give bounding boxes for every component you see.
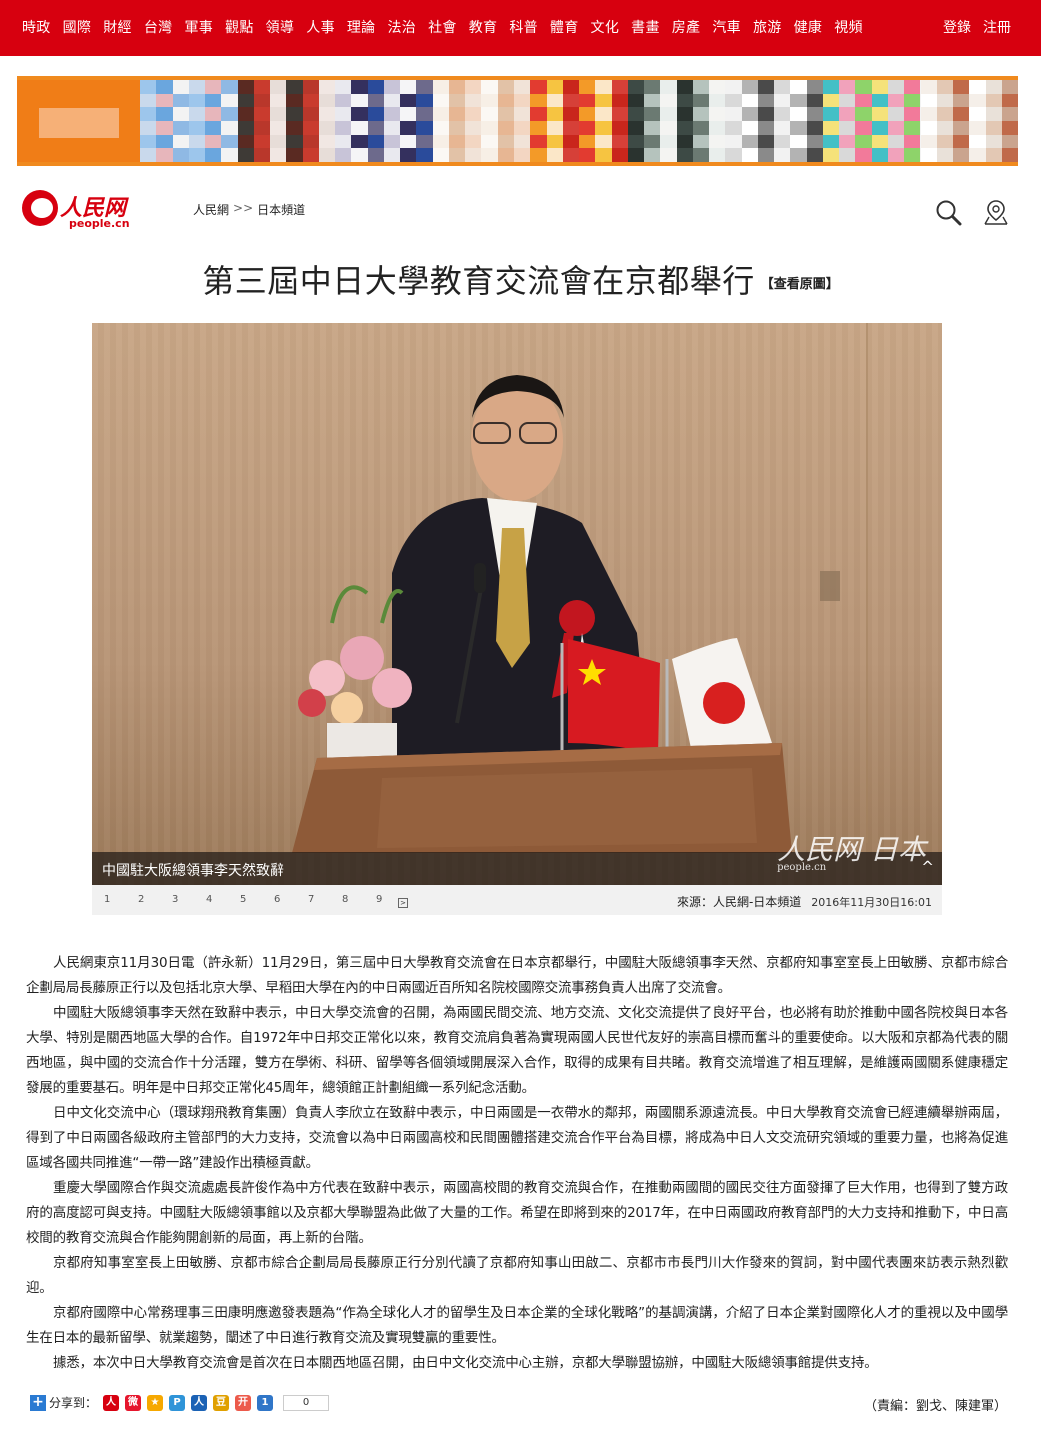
nav-item[interactable]: 軍事 (184, 17, 213, 37)
tencent-weibo-share-icon[interactable]: P (169, 1394, 186, 1411)
plus-icon[interactable]: + (30, 1394, 46, 1411)
people-weibo-share-icon[interactable]: 人 (103, 1394, 120, 1411)
article-photo[interactable]: 中國駐大阪總領事李天然致辭 人民网 日本 people.cn ^ (92, 323, 942, 885)
nav-item[interactable]: 旅游 (753, 17, 782, 37)
qzone-share-icon[interactable]: ★ (147, 1394, 164, 1411)
view-original-link[interactable]: 【查看原圖】 (761, 277, 839, 292)
page-number[interactable]: 7 (308, 894, 342, 905)
banner-tile[interactable] (140, 80, 238, 162)
article-title: 第三屆中日大學教育交流會在京都舉行 (202, 262, 755, 300)
page-number[interactable]: 8 (342, 894, 376, 905)
nav-item[interactable]: 視頻 (834, 17, 863, 37)
nav-item[interactable]: 體育 (550, 17, 579, 37)
banner-tile[interactable] (237, 80, 336, 162)
page-number[interactable]: 1 (104, 894, 138, 905)
more-share-icon[interactable]: 1 (257, 1394, 274, 1411)
nav-item[interactable]: 時政 (22, 17, 51, 37)
article-paragraph: 人民網東京11月30日電（許永新）11月29日，第三屆中日大學教育交流會在日本京… (26, 955, 1008, 996)
nav-item[interactable]: 台灣 (144, 17, 173, 37)
editor-credit: （責編：劉戈、陳建軍） (863, 1399, 1007, 1414)
nav-item[interactable]: 理論 (347, 17, 376, 37)
banner-tile[interactable] (920, 80, 1018, 162)
location-pin-icon[interactable] (982, 198, 1010, 226)
ad-banner[interactable] (17, 76, 1018, 166)
banner-tile[interactable] (627, 80, 726, 162)
photo-caption: 中國駐大阪總領事李天然致辭 (102, 863, 284, 879)
page-numbers: 123456789 (104, 894, 410, 905)
logo-domain: people.cn (69, 217, 130, 230)
article-paragraph: 中國駐大阪總領事李天然在致辭中表示，中日大學交流會的召開，為兩國民間交流、地方交… (26, 1005, 1008, 1096)
logo-mark (22, 190, 58, 226)
banner-tile[interactable] (335, 80, 433, 162)
nav-item[interactable]: 書畫 (631, 17, 660, 37)
site-logo[interactable]: 人民网 people.cn (22, 190, 134, 232)
nav-item[interactable]: 文化 (591, 17, 620, 37)
renren-share-icon[interactable]: 人 (191, 1394, 208, 1411)
nav-item[interactable]: 領導 (266, 17, 295, 37)
share-label: 分享到： (49, 1396, 98, 1410)
article-source: 來源：人民網-日本頻道 2016年11月30日16:01 (677, 893, 932, 910)
photo-scene (292, 323, 868, 853)
nav-item[interactable]: 社會 (428, 17, 457, 37)
banner-tile[interactable] (530, 80, 628, 162)
login-link[interactable]: 登錄 (943, 17, 971, 37)
breadcrumb-separator: >> (233, 201, 254, 215)
nav-item[interactable]: 科普 (509, 17, 538, 37)
article-paragraph: 日中文化交流中心（環球翔飛教育集團）負責人李欣立在致辭中表示，中日兩國是一衣帶水… (26, 1105, 1008, 1171)
auth-links: 登錄 注冊 (931, 17, 1011, 37)
channel-links: 時政 國際 財經 台灣 軍事 觀點 領導 人事 理論 法治 社會 教育 科普 體育 文化 書畫 房產 汽車 旅游 健康… (22, 17, 875, 37)
sina-weibo-share-icon[interactable]: 微 (125, 1394, 142, 1411)
nav-item[interactable]: 國際 (63, 17, 92, 37)
register-link[interactable]: 注冊 (983, 17, 1011, 37)
page-number[interactable]: 6 (274, 894, 308, 905)
nav-item[interactable]: 汽車 (712, 17, 741, 37)
article-body: 人民網東京11月30日電（許永新）11月29日，第三屆中日大學教育交流會在日本京… (26, 951, 1008, 1376)
nav-item[interactable]: 法治 (387, 17, 416, 37)
photo-caption-bar: 中國駐大阪總領事李天然致辭 人民网 日本 people.cn ^ (92, 833, 942, 885)
nav-item[interactable]: 健康 (794, 17, 823, 37)
banner-tile[interactable] (17, 80, 140, 162)
chevron-up-icon[interactable]: ^ (921, 858, 934, 876)
kaixin-share-icon[interactable]: 开 (235, 1394, 252, 1411)
douban-share-icon[interactable]: 豆 (213, 1394, 230, 1411)
banner-tile[interactable] (822, 80, 921, 162)
article-paragraph: 京都府知事室室長上田敏勝、京都市綜合企劃局局長藤原正行分別代讀了京都府知事山田啟… (26, 1255, 1008, 1296)
article-paragraph: 據悉，本次中日大學教育交流會是首次在日本關西地區召開，由日中文化交流中心主辦，京… (53, 1355, 878, 1371)
article-title-row: 第三屆中日大學教育交流會在京都舉行 【查看原圖】 (0, 256, 1041, 302)
article-paragraph: 京都府國際中心常務理事三田康明應邀發表題為“作為全球化人才的留學生及日本企業的全… (26, 1305, 1008, 1346)
article-paragraph: 重慶大學國際合作與交流處處長許俊作為中方代表在致辭中表示，兩國高校間的教育交流與… (26, 1180, 1008, 1246)
photo-pager: 123456789 > 來源：人民網-日本頻道 2016年11月30日16:01 (92, 885, 942, 915)
top-nav-bar: 時政 國際 財經 台灣 軍事 觀點 領導 人事 理論 法治 社會 教育 科普 體育 文化 書畫 房產 汽車 旅游 健康… (0, 0, 1041, 56)
source-label[interactable]: 來源：人民網-日本頻道 (677, 895, 801, 909)
nav-item[interactable]: 人事 (306, 17, 335, 37)
share-bar: + 分享到： 人 微 ★ P 人 豆 开 1 0 (30, 1394, 330, 1411)
banner-tile[interactable] (725, 80, 823, 162)
page-number[interactable]: 5 (240, 894, 274, 905)
nav-item[interactable]: 房產 (672, 17, 701, 37)
share-count: 0 (283, 1394, 330, 1411)
photo-watermark: 人民网 日本 people.cn (777, 828, 926, 873)
page-number[interactable]: 4 (206, 894, 240, 905)
breadcrumb-channel[interactable]: 日本頻道 (257, 201, 305, 218)
page-number[interactable]: 3 (172, 894, 206, 905)
banner-tile[interactable] (432, 80, 531, 162)
publish-datetime: 2016年11月30日16:01 (811, 896, 932, 909)
breadcrumb: 人民網 >> 日本頻道 (193, 201, 305, 218)
nav-item[interactable]: 教育 (469, 17, 498, 37)
nav-item[interactable]: 財經 (103, 17, 132, 37)
page-number[interactable]: 2 (138, 894, 172, 905)
nav-item[interactable]: 觀點 (225, 17, 254, 37)
breadcrumb-home[interactable]: 人民網 (193, 201, 229, 218)
next-page-icon[interactable]: > (398, 898, 408, 908)
search-icon[interactable] (934, 198, 962, 226)
